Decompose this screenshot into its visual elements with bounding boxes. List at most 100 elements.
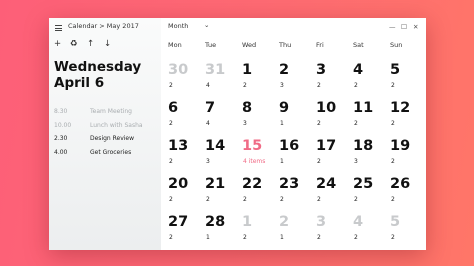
day-cell[interactable]: 11 2 <box>353 100 389 138</box>
weekday-label: Sat <box>353 41 364 49</box>
event-count: 3 <box>243 120 247 127</box>
day-number: 22 <box>242 176 263 192</box>
arrow-up-icon[interactable]: ↑ <box>87 39 94 49</box>
event-count: 2 <box>169 82 173 89</box>
day-cell[interactable]: 32 <box>316 214 352 250</box>
calendar-window: Calendar > May 2017 Month ⌄ — ☐ ✕ + ♻ ↑ … <box>49 18 426 250</box>
day-number: 26 <box>390 176 411 192</box>
event-count: 4 <box>206 82 210 89</box>
day-cell[interactable]: 23 2 <box>279 176 315 214</box>
event-count: 2 <box>354 234 358 241</box>
day-cell[interactable]: 19 2 <box>390 138 426 176</box>
day-cell[interactable]: 52 <box>390 62 426 100</box>
event-count: 2 <box>391 234 395 241</box>
day-number: 17 <box>316 138 337 154</box>
day-cell[interactable]: 10 2 <box>316 100 352 138</box>
title-bar: Calendar > May 2017 Month ⌄ — ☐ ✕ <box>49 18 426 38</box>
event-time: 2.30 <box>54 135 68 142</box>
day-number: 6 <box>168 100 179 116</box>
day-cell[interactable]: 21 2 <box>205 176 241 214</box>
day-number: 18 <box>353 138 374 154</box>
day-cell[interactable]: 17 2 <box>316 138 352 176</box>
day-number: 19 <box>390 138 411 154</box>
day-cell[interactable]: 83 <box>242 100 278 138</box>
event-count: 2 <box>317 234 321 241</box>
close-icon[interactable]: ✕ <box>413 23 418 31</box>
day-cell[interactable]: 42 <box>353 214 389 250</box>
day-number: 2 <box>279 62 290 78</box>
maximize-icon[interactable]: ☐ <box>401 23 407 31</box>
event-count: 2 <box>354 82 358 89</box>
day-cell[interactable]: 42 <box>353 62 389 100</box>
day-cell[interactable]: 91 <box>279 100 315 138</box>
day-cell[interactable]: 13 2 <box>168 138 204 176</box>
day-number: 27 <box>168 214 189 230</box>
event-count: 2 <box>391 82 395 89</box>
day-number: 20 <box>168 176 189 192</box>
day-cell[interactable]: 12 <box>242 62 278 100</box>
view-select[interactable]: Month <box>168 22 188 30</box>
day-cell[interactable]: 74 <box>205 100 241 138</box>
day-number: 1 <box>242 214 253 230</box>
day-cell[interactable]: 62 <box>168 100 204 138</box>
day-cell-today[interactable]: 15 4 items <box>242 138 278 176</box>
day-cell[interactable]: 30 2 <box>168 62 204 100</box>
event-count: 2 <box>354 120 358 127</box>
event-count: 2 <box>169 196 173 203</box>
day-number: 30 <box>168 62 189 78</box>
day-cell[interactable]: 21 <box>279 214 315 250</box>
day-cell[interactable]: 26 2 <box>390 176 426 214</box>
event-title: Lunch with Sasha <box>90 122 143 129</box>
day-number: 13 <box>168 138 189 154</box>
day-number: 8 <box>242 100 253 116</box>
event-count: 1 <box>206 234 210 241</box>
selected-day-title: Wednesday April 6 <box>54 59 141 91</box>
day-number: 14 <box>205 138 226 154</box>
event-count: 2 <box>317 196 321 203</box>
add-icon[interactable]: + <box>54 39 61 49</box>
event-count: 1 <box>280 120 284 127</box>
chevron-down-icon[interactable]: ⌄ <box>204 21 209 29</box>
day-number: 5 <box>390 62 401 78</box>
day-cell[interactable]: 12 2 <box>390 100 426 138</box>
day-cell[interactable]: 27 2 <box>168 214 204 250</box>
day-number: 25 <box>353 176 374 192</box>
day-cell[interactable]: 20 2 <box>168 176 204 214</box>
day-cell[interactable]: 18 3 <box>353 138 389 176</box>
day-number: 31 <box>205 62 226 78</box>
sidebar <box>49 18 161 250</box>
arrow-down-icon[interactable]: ↓ <box>104 39 111 49</box>
weekday-label: Wed <box>242 41 257 49</box>
day-cell[interactable]: 23 <box>279 62 315 100</box>
day-number: 4 <box>353 62 364 78</box>
day-cell[interactable]: 28 1 <box>205 214 241 250</box>
day-cell[interactable]: 14 3 <box>205 138 241 176</box>
day-cell[interactable]: 52 <box>390 214 426 250</box>
day-cell[interactable]: 16 1 <box>279 138 315 176</box>
event-count: 2 <box>317 120 321 127</box>
day-cell[interactable]: 12 <box>242 214 278 250</box>
event-count: 2 <box>243 196 247 203</box>
day-cell[interactable]: 24 2 <box>316 176 352 214</box>
day-number: 4 <box>353 214 364 230</box>
event-count: 3 <box>206 158 210 165</box>
event-title: Team Meeting <box>90 108 132 115</box>
hamburger-menu-icon[interactable] <box>55 25 62 31</box>
day-number: 12 <box>390 100 411 116</box>
day-number: 16 <box>279 138 300 154</box>
event-count: 3 <box>354 158 358 165</box>
day-number: 15 <box>242 138 263 154</box>
event-time: 10.00 <box>54 122 72 129</box>
minimize-icon[interactable]: — <box>389 23 396 31</box>
day-cell[interactable]: 31 4 <box>205 62 241 100</box>
day-number: 3 <box>316 62 327 78</box>
sync-icon[interactable]: ♻ <box>70 39 78 49</box>
day-cell[interactable]: 25 2 <box>353 176 389 214</box>
day-cell[interactable]: 22 2 <box>242 176 278 214</box>
event-count: 2 <box>354 196 358 203</box>
breadcrumb[interactable]: Calendar > May 2017 <box>68 22 139 30</box>
day-cell[interactable]: 32 <box>316 62 352 100</box>
day-number: 3 <box>316 214 327 230</box>
event-count: 2 <box>280 196 284 203</box>
event-count: 2 <box>317 158 321 165</box>
